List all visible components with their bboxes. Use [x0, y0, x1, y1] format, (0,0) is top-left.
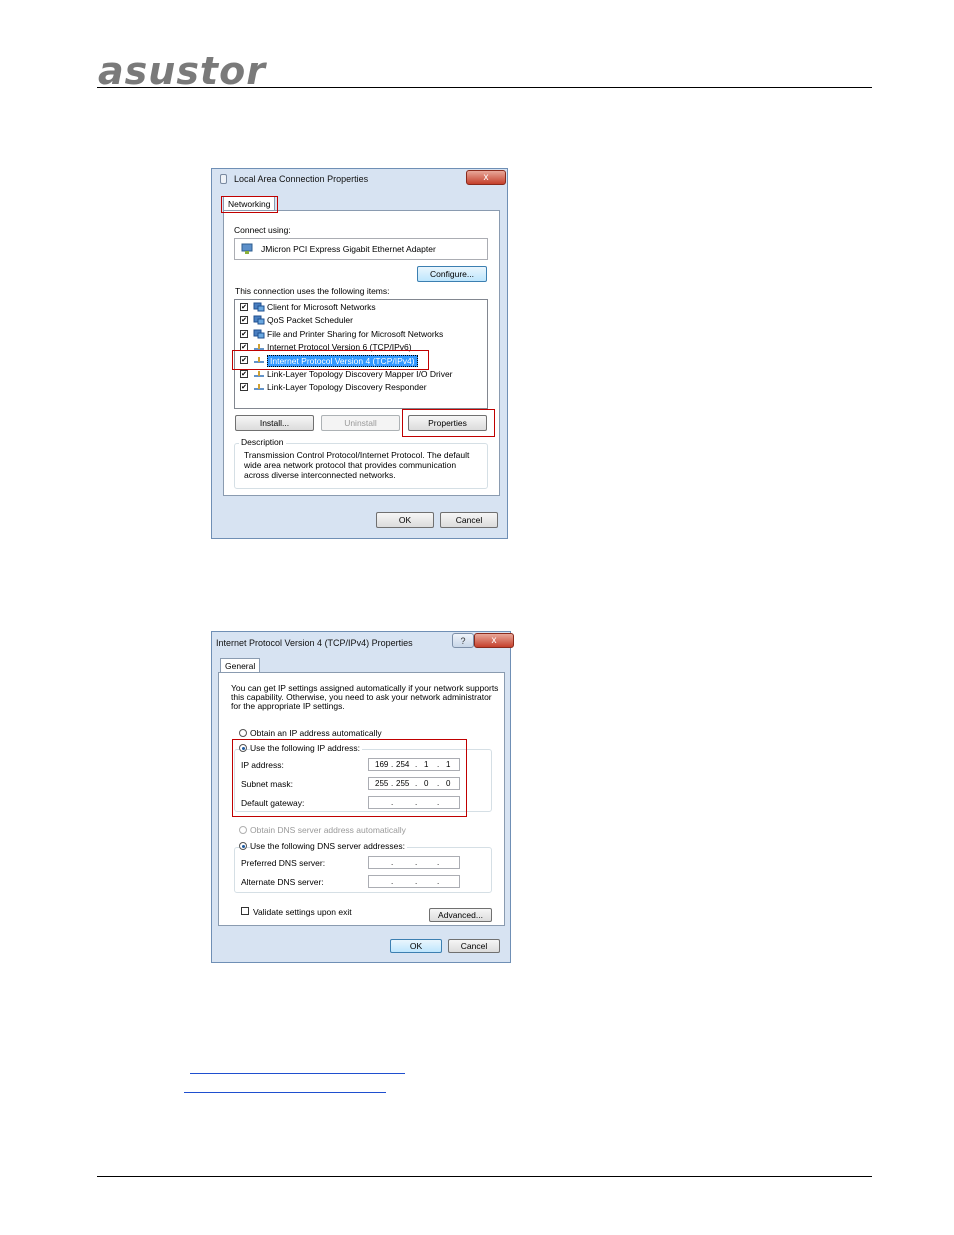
highlight-networking-tab [221, 196, 278, 213]
uninstall-button[interactable]: Uninstall [321, 415, 400, 431]
list-item-label[interactable]: Client for Microsoft Networks [267, 302, 376, 312]
network-connection-icon [220, 174, 227, 184]
item-checkbox[interactable] [240, 382, 248, 391]
preferred-dns-input[interactable]: ... [368, 856, 460, 869]
ok-button[interactable]: OK [390, 939, 442, 953]
protocol-icon [254, 370, 264, 377]
list-item-label[interactable]: QoS Packet Scheduler [267, 315, 353, 325]
ipv4-properties-dialog: Internet Protocol Version 4 (TCP/IPv4) P… [211, 631, 514, 963]
link-underline-2[interactable] [184, 1092, 386, 1093]
dialog-titlebar: Internet Protocol Version 4 (TCP/IPv4) P… [212, 632, 514, 652]
local-area-connection-dialog: Local Area Connection Properties x Netwo… [211, 168, 508, 539]
description-line-2: wide area network protocol that provides… [244, 460, 457, 470]
advanced-button[interactable]: Advanced... [429, 908, 492, 922]
footer-rule [97, 1176, 872, 1177]
install-button[interactable]: Install... [235, 415, 314, 431]
network-service-icon [253, 329, 265, 339]
ok-button[interactable]: OK [376, 512, 434, 528]
highlight-ipv4-item [232, 350, 429, 370]
preferred-dns-label: Preferred DNS server: [241, 858, 326, 868]
connect-using-label: Connect using: [234, 225, 291, 235]
description-line-1: Transmission Control Protocol/Internet P… [244, 450, 470, 460]
description-line-3: across diverse interconnected networks. [244, 470, 396, 480]
network-client-icon [253, 302, 265, 312]
list-item-label[interactable]: Link-Layer Topology Discovery Mapper I/O… [267, 369, 453, 379]
dialog-titlebar: Local Area Connection Properties x [212, 169, 507, 189]
list-item-label[interactable]: File and Printer Sharing for Microsoft N… [267, 329, 443, 339]
item-checkbox[interactable] [240, 316, 248, 325]
asustor-logo: asustor [98, 49, 266, 93]
adapter-name: JMicron PCI Express Gigabit Ethernet Ada… [261, 244, 436, 254]
network-service-icon [253, 315, 265, 325]
help-button[interactable]: ? [452, 633, 474, 648]
obtain-dns-label: Obtain DNS server address automatically [250, 825, 406, 835]
link-underline-1[interactable] [190, 1073, 405, 1074]
item-checkbox[interactable] [240, 329, 248, 338]
list-item-label[interactable]: Link-Layer Topology Discovery Responder [267, 382, 427, 392]
header-rule [97, 87, 872, 88]
close-button[interactable]: x [474, 633, 514, 648]
network-adapter-icon [241, 243, 253, 254]
adapter-field: JMicron PCI Express Gigabit Ethernet Ada… [234, 238, 488, 260]
description-label: Description [239, 437, 286, 447]
configure-button[interactable]: Configure... [417, 266, 487, 282]
obtain-dns-radio[interactable] [239, 826, 247, 834]
item-checkbox[interactable] [240, 369, 248, 378]
validate-label: Validate settings upon exit [253, 907, 352, 917]
use-dns-radio[interactable] [239, 842, 247, 850]
protocol-icon [254, 383, 264, 390]
alternate-dns-label: Alternate DNS server: [241, 877, 324, 887]
highlight-properties-button [402, 409, 495, 437]
close-button[interactable]: x [466, 170, 506, 185]
dialog-title: Local Area Connection Properties [234, 174, 369, 184]
obtain-ip-label: Obtain an IP address automatically [250, 728, 382, 738]
intro-line-3: for the appropriate IP settings. [231, 701, 345, 711]
dialog-title: Internet Protocol Version 4 (TCP/IPv4) P… [216, 638, 413, 648]
cancel-button[interactable]: Cancel [448, 939, 500, 953]
obtain-ip-radio[interactable] [239, 729, 247, 737]
items-label: This connection uses the following items… [235, 286, 390, 296]
cancel-button[interactable]: Cancel [440, 512, 498, 528]
alternate-dns-input[interactable]: ... [368, 875, 460, 888]
highlight-ip-settings [232, 739, 467, 817]
use-dns-label: Use the following DNS server addresses: [250, 841, 407, 851]
validate-checkbox[interactable] [241, 907, 249, 915]
item-checkbox[interactable] [240, 303, 248, 311]
tab-general[interactable]: General [220, 658, 260, 673]
